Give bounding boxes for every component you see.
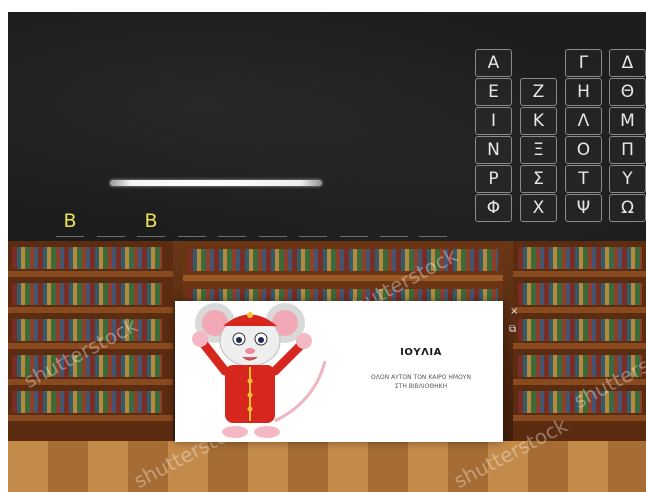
word-slot: B	[56, 208, 84, 237]
letter-key-tau[interactable]: Τ	[565, 165, 602, 193]
word-slot	[419, 208, 447, 237]
dialog-message-line: ΟΛΟΝ ΑΥΤΟΝ ΤΟΝ ΚΑΙΡΟ ΗΜΟΥΝ	[371, 374, 471, 381]
books-row	[12, 283, 162, 305]
word-slot	[340, 208, 368, 237]
letter-key-nu[interactable]: Ν	[475, 136, 512, 164]
letter-key-xi[interactable]: Ξ	[520, 136, 557, 164]
dialog-title: ΙΟΥΛΙΑ	[400, 347, 442, 358]
letter-key-gamma[interactable]: Γ	[565, 49, 602, 77]
books-row	[12, 391, 162, 413]
letter-key-upsilon[interactable]: Υ	[609, 165, 646, 193]
letter-key-kappa[interactable]: Κ	[520, 107, 557, 135]
letter-key-zeta[interactable]: Ζ	[520, 78, 557, 106]
letter-key-eta[interactable]: Η	[565, 78, 602, 106]
letter-key-phi[interactable]: Φ	[475, 194, 512, 222]
letter-key-omicron[interactable]: Ο	[565, 136, 602, 164]
chalk-stroke	[110, 180, 322, 186]
word-slot: B	[137, 208, 165, 237]
letter-key-theta[interactable]: Θ	[609, 78, 646, 106]
checkered-floor	[8, 441, 646, 492]
letter-key-epsilon[interactable]: Ε	[475, 78, 512, 106]
books-row	[518, 319, 642, 341]
books-row	[518, 247, 642, 269]
letter-key-pi[interactable]: Π	[609, 136, 646, 164]
letter-key-lambda[interactable]: Λ	[565, 107, 602, 135]
word-slot	[97, 208, 125, 237]
dialog-message: ΟΛΟΝ ΑΥΤΟΝ ΤΟΝ ΚΑΙΡΟ ΗΜΟΥΝ ΣΤΗ ΒΙΒΛΙΟΘΗΚ…	[346, 373, 496, 391]
letter-key-sigma[interactable]: Σ	[520, 165, 557, 193]
letter-keyboard: Α Γ Δ Ε Ζ Η Θ Ι Κ Λ Μ Ν Ξ Ο Π Ρ Σ Τ Υ Φ …	[475, 41, 646, 231]
letter-key-psi[interactable]: Ψ	[565, 194, 602, 222]
letter-key-rho[interactable]: Ρ	[475, 165, 512, 193]
books-row	[518, 283, 642, 305]
letter-key-chi[interactable]: Χ	[520, 194, 557, 222]
letter-key-alpha[interactable]: Α	[475, 49, 512, 77]
mouse-character-illustration	[192, 303, 327, 438]
letter-key-iota[interactable]: Ι	[475, 107, 512, 135]
close-icon[interactable]: ×	[510, 306, 518, 317]
dialog-message-line: ΣΤΗ ΒΙΒΛΙΟΘΗΚΗ	[394, 383, 448, 390]
letter-key-delta[interactable]: Δ	[609, 49, 646, 77]
letter-key-mu[interactable]: Μ	[609, 107, 646, 135]
character-dialog: ΙΟΥΛΙΑ ΟΛΟΝ ΑΥΤΟΝ ΤΟΝ ΚΑΙΡΟ ΗΜΟΥΝ ΣΤΗ ΒΙ…	[175, 301, 503, 442]
letter-key-omega[interactable]: Ω	[609, 194, 646, 222]
word-slot	[259, 208, 287, 237]
word-slot	[178, 208, 206, 237]
books-row	[12, 247, 162, 269]
expand-icon[interactable]: ⧉	[509, 324, 516, 335]
word-slot	[218, 208, 246, 237]
word-slot	[299, 208, 327, 237]
word-slot	[380, 208, 408, 237]
